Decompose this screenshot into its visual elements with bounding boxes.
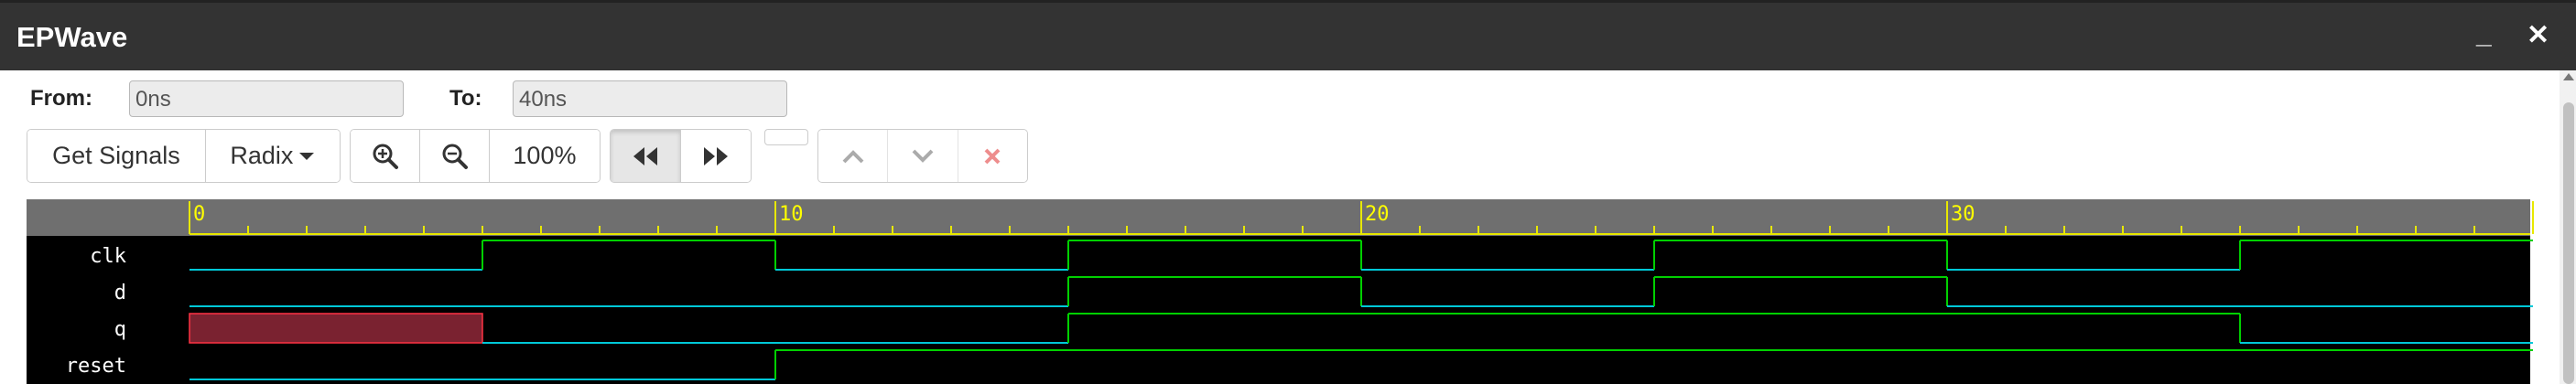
scroll-up-arrow[interactable] xyxy=(2563,73,2574,80)
ruler-tick-label: 0 xyxy=(193,203,205,226)
signal-name-q[interactable]: q xyxy=(114,318,126,341)
waveform-viewer[interactable]: 0 10 20 30 clk dq reset xyxy=(0,0,2576,384)
ruler-tick-label: 20 xyxy=(1365,203,1390,226)
scrollbar-thumb[interactable] xyxy=(2563,102,2574,384)
ruler-tick-label: 10 xyxy=(779,203,804,226)
undefined-value-block xyxy=(189,313,483,344)
waveform-canvas xyxy=(27,236,2530,384)
ruler-tick-label: 30 xyxy=(1951,203,1975,226)
signal-name-reset[interactable]: reset xyxy=(66,355,126,378)
timeline-ruler[interactable] xyxy=(27,199,2530,236)
signal-name-d[interactable]: d xyxy=(114,282,126,304)
signal-name-clk[interactable]: clk xyxy=(90,245,126,268)
